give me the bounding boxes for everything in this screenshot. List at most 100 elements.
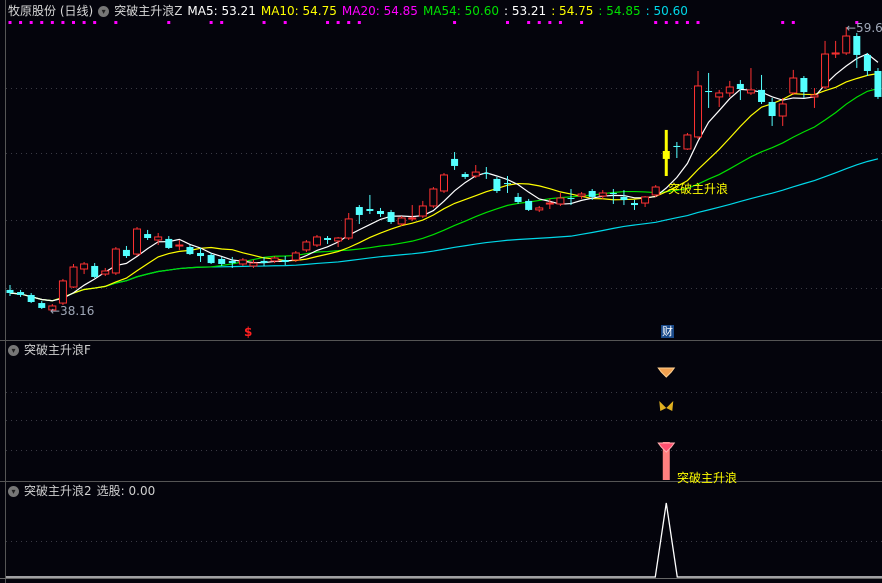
candle-body-down <box>493 178 501 191</box>
signal-dot <box>357 21 361 24</box>
panel3-header: ▾ 突破主升浪2 选股: 0.00 <box>8 482 155 500</box>
candle-body-up <box>778 103 787 117</box>
candle-body-down <box>228 260 236 264</box>
candle-body-up <box>249 262 258 267</box>
panel2-marks <box>657 367 676 480</box>
candle-body-down <box>631 203 639 206</box>
dollar-marker[interactable]: $ <box>244 325 252 339</box>
panel3-signal-line <box>6 502 882 578</box>
candle-body-down <box>376 210 384 215</box>
signal-dot <box>675 21 679 24</box>
candle-body-up <box>683 134 692 150</box>
candle-body-up <box>133 228 142 255</box>
signal-dot <box>167 21 171 24</box>
signal-dot <box>262 21 266 24</box>
candle-body-up <box>641 196 650 204</box>
candle-body-down <box>197 252 205 257</box>
candle-body-down <box>186 247 194 255</box>
candle-body-up <box>101 270 110 275</box>
candle-body-up <box>58 280 67 304</box>
candle-body-up <box>175 244 184 247</box>
panel2-header: ▾ 突破主升浪F <box>8 341 91 359</box>
signal-dot <box>781 21 785 24</box>
candle-body-down <box>758 89 766 102</box>
candle-body-down <box>324 238 332 240</box>
chevron-down-icon[interactable]: ▾ <box>8 344 19 356</box>
signal-dot <box>283 21 287 24</box>
stock-title[interactable]: 牧原股份 (日线) <box>8 2 93 20</box>
signal-dot <box>40 21 44 24</box>
candle-body-up <box>545 202 554 205</box>
main-header: 牧原股份 (日线) ▾ 突破主升浪Z MA5: 53.21 MA10: 54.7… <box>8 2 688 20</box>
chevron-down-icon[interactable]: ▾ <box>98 5 110 17</box>
ma5-label: MA5: 53.21 <box>187 4 256 18</box>
chevron-down-icon[interactable]: ▾ <box>8 485 19 497</box>
panel3-marks <box>6 502 882 578</box>
signal-dot <box>336 21 340 24</box>
signal-dot <box>72 21 76 24</box>
signal-dot <box>580 21 584 24</box>
candle-body-up <box>651 186 660 196</box>
candle-body-up <box>789 77 798 94</box>
signal-dot <box>527 21 531 24</box>
value-4: : 50.60 <box>645 4 688 18</box>
candle-body-down <box>588 190 596 197</box>
candle-body-up <box>535 207 544 211</box>
candle-body-down <box>673 145 681 148</box>
candle-body-up <box>154 236 163 241</box>
candle-body-down <box>207 254 215 264</box>
signal-dots <box>8 21 859 24</box>
candle-body-down <box>874 70 882 97</box>
candle-body-down <box>620 196 628 200</box>
butterfly-icon <box>659 401 674 411</box>
candle-body-down <box>27 294 35 302</box>
signal-dot <box>220 21 224 24</box>
candle-body-up <box>397 217 406 225</box>
candle-body-up <box>344 218 353 239</box>
candle-body-up <box>80 263 89 270</box>
signal-dot <box>347 21 351 24</box>
candle-body-up <box>725 86 734 94</box>
candle-body-down <box>17 292 25 295</box>
ma20-label: MA20: 54.85 <box>341 4 418 18</box>
panel3-title[interactable]: 突破主升浪2 <box>24 482 92 500</box>
candle-body-down <box>218 258 226 264</box>
candle-body-down <box>281 260 289 262</box>
value-3: : 54.85 <box>598 4 641 18</box>
candle-body-down <box>503 183 511 185</box>
candle-body-up <box>270 257 279 262</box>
signal-dot <box>654 21 658 24</box>
candle-body-down <box>144 234 152 239</box>
signal-dot <box>685 21 689 24</box>
candle-body-up <box>556 197 565 205</box>
candle-body-up <box>831 52 840 55</box>
low-price-label: ←38.16 <box>50 304 95 318</box>
candle-body-up <box>302 241 311 251</box>
candle-body-up <box>408 217 417 220</box>
candle-body-up <box>429 188 438 207</box>
candle-body-up <box>312 236 321 246</box>
candle-body-down <box>122 249 130 257</box>
signal-dot <box>29 21 33 24</box>
candle-body-up <box>842 35 851 54</box>
candle-body-down <box>91 265 99 277</box>
signal-dot <box>93 21 97 24</box>
signal-dot <box>8 21 12 24</box>
candle-body-down <box>525 200 533 210</box>
candle-body-up <box>334 237 343 242</box>
signal-dot <box>50 21 54 24</box>
signal-dot <box>696 21 700 24</box>
candle-body-up <box>715 92 724 98</box>
candle-body-down <box>260 260 268 264</box>
panel2-title[interactable]: 突破主升浪F <box>24 341 91 359</box>
signal-dot <box>537 21 541 24</box>
finance-marker[interactable]: 财 <box>661 325 674 338</box>
candle-body-down <box>567 198 575 200</box>
candle-body-down <box>853 36 861 55</box>
signal-dot <box>791 21 795 24</box>
candles <box>6 27 882 311</box>
candle-body-down <box>609 192 617 195</box>
candle-body-up <box>810 94 819 98</box>
indicator-name[interactable]: 突破主升浪Z <box>114 2 182 20</box>
signal-dot <box>664 21 668 24</box>
